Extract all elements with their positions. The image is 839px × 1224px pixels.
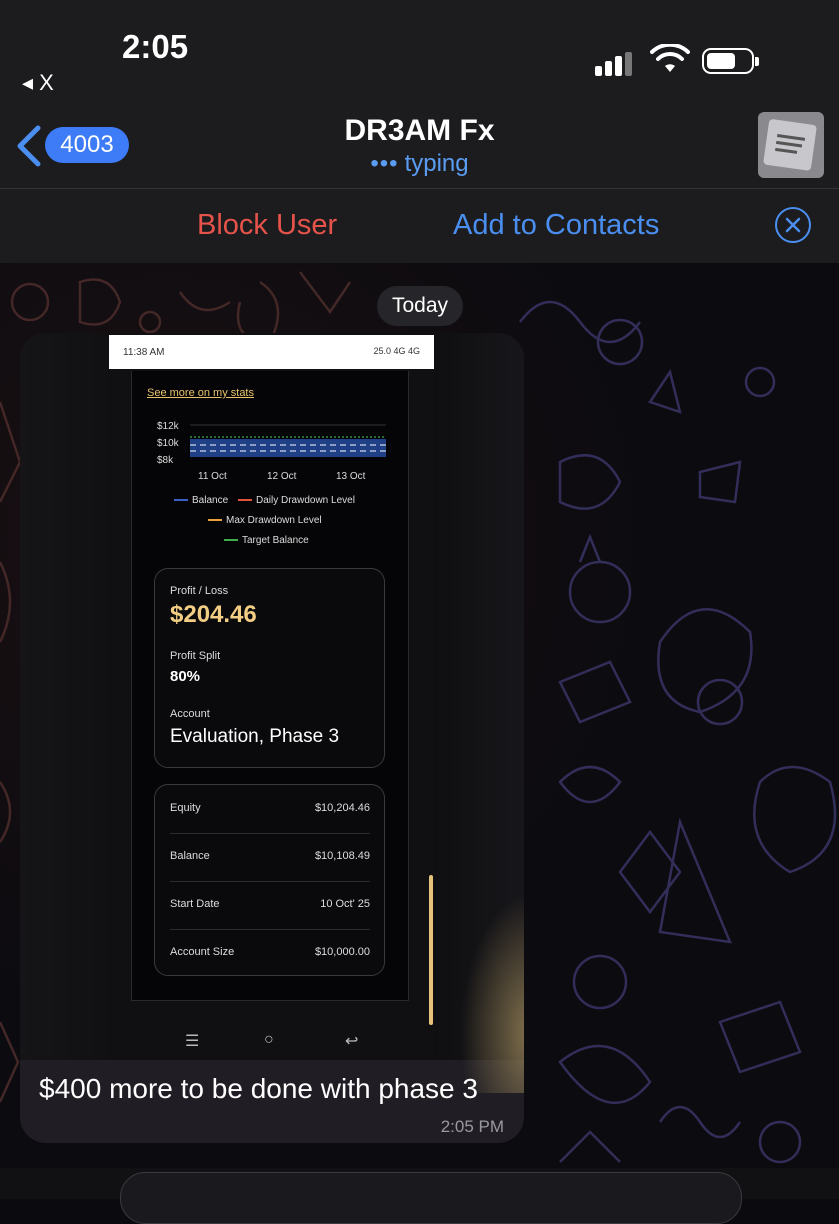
message-timestamp: 2:05 PM <box>440 1117 504 1136</box>
legend-label: Max Drawdown Level <box>226 515 322 526</box>
legend-item: Max Drawdown Level <box>208 515 322 526</box>
stats-panel: See more on my stats $12k $10k $8k 11 Oc… <box>131 371 409 1001</box>
profit-loss-label: Profit / Loss <box>170 585 229 597</box>
avatar[interactable] <box>758 112 824 178</box>
navigation-header: 2:05 ◂ X 4003 DR3AM Fx ••• typing <box>0 0 839 188</box>
detail-row: Start Date 10 Oct' 25 <box>170 881 370 930</box>
see-more-stats-link: See more on my stats <box>147 387 254 399</box>
balance-chart <box>190 424 386 457</box>
menu-icon: ☰ <box>185 1033 200 1050</box>
detail-key: Balance <box>170 850 210 862</box>
media-glow <box>460 893 524 1093</box>
attached-screenshot[interactable]: 11:38 AM 25.0 4G 4G See more on my stats… <box>20 333 524 1093</box>
y-tick-label: $8k <box>157 455 174 466</box>
avatar-image <box>758 112 824 178</box>
detail-value: $10,204.46 <box>314 802 370 814</box>
scrollbar <box>429 875 433 1025</box>
account-value: Evaluation, Phase 3 <box>170 726 340 747</box>
x-tick-label: 12 Oct <box>267 471 297 482</box>
phone-nav-bar: ☰ ○ ↩ <box>109 1025 434 1060</box>
phone-screenshot: 11:38 AM 25.0 4G 4G See more on my stats… <box>109 335 434 1060</box>
detail-row: Balance $10,108.49 <box>170 833 370 882</box>
cellular-signal-icon <box>595 52 632 76</box>
status-time: 2:05 <box>122 28 189 65</box>
typing-dots-icon: ••• <box>370 150 399 177</box>
legend-item: Balance <box>174 495 228 506</box>
profit-loss-value: $204.46 <box>170 601 257 628</box>
legend-item: Target Balance <box>224 535 309 546</box>
detail-row: Equity $10,204.46 <box>170 785 370 834</box>
legend-label: Target Balance <box>242 535 309 546</box>
balance-area <box>190 439 386 457</box>
close-banner-button[interactable] <box>775 207 811 243</box>
x-tick-label: 13 Oct <box>336 471 366 482</box>
home-icon: ○ <box>264 1031 274 1048</box>
wifi-icon <box>650 44 690 72</box>
x-tick-label: 11 Oct <box>198 471 227 482</box>
detail-key: Start Date <box>170 898 220 910</box>
message-text: $400 more to be done with phase 3 <box>39 1073 478 1104</box>
back-icon: ↩ <box>345 1033 359 1050</box>
date-separator: Today <box>377 286 463 326</box>
detail-key: Account Size <box>170 946 235 958</box>
account-details-card: Equity $10,204.46 Balance $10,108.49 Start… <box>154 784 385 976</box>
close-icon <box>785 217 801 233</box>
phone-status-right: 25.0 4G 4G <box>373 346 420 356</box>
phone-status-time: 11:38 AM <box>123 347 165 358</box>
chat-title[interactable]: DR3AM Fx <box>0 114 839 148</box>
typing-status: ••• typing <box>0 150 839 178</box>
detail-value: 10 Oct' 25 <box>320 898 370 910</box>
add-to-contacts-button[interactable]: Add to Contacts <box>453 209 659 242</box>
legend-label: Balance <box>192 495 229 506</box>
profit-split-value: 80% <box>170 668 201 685</box>
message-bubble[interactable]: 11:38 AM 25.0 4G 4G See more on my stats… <box>20 333 524 1143</box>
profit-split-label: Profit Split <box>170 650 221 662</box>
detail-key: Equity <box>170 802 201 814</box>
battery-icon <box>702 48 759 74</box>
legend-label: Daily Drawdown Level <box>256 495 355 506</box>
contact-action-bar: Block User Add to Contacts <box>0 188 839 263</box>
detail-row: Account Size $10,000.00 <box>170 929 370 977</box>
legend-item: Daily Drawdown Level <box>238 495 355 506</box>
y-tick-label: $10k <box>157 438 179 449</box>
account-label: Account <box>170 708 210 720</box>
block-user-button[interactable]: Block User <box>197 209 337 242</box>
detail-value: $10,108.49 <box>314 850 370 862</box>
detail-value: $10,000.00 <box>314 946 370 958</box>
message-input[interactable] <box>120 1172 742 1224</box>
typing-status-text: typing <box>404 150 469 177</box>
phone-status-bar: 11:38 AM 25.0 4G 4G <box>109 335 434 369</box>
y-tick-label: $12k <box>157 421 179 432</box>
account-summary-card: Profit / Loss $204.46 Profit Split 80% A… <box>154 568 385 768</box>
back-to-app-link[interactable]: ◂ X <box>22 70 54 96</box>
